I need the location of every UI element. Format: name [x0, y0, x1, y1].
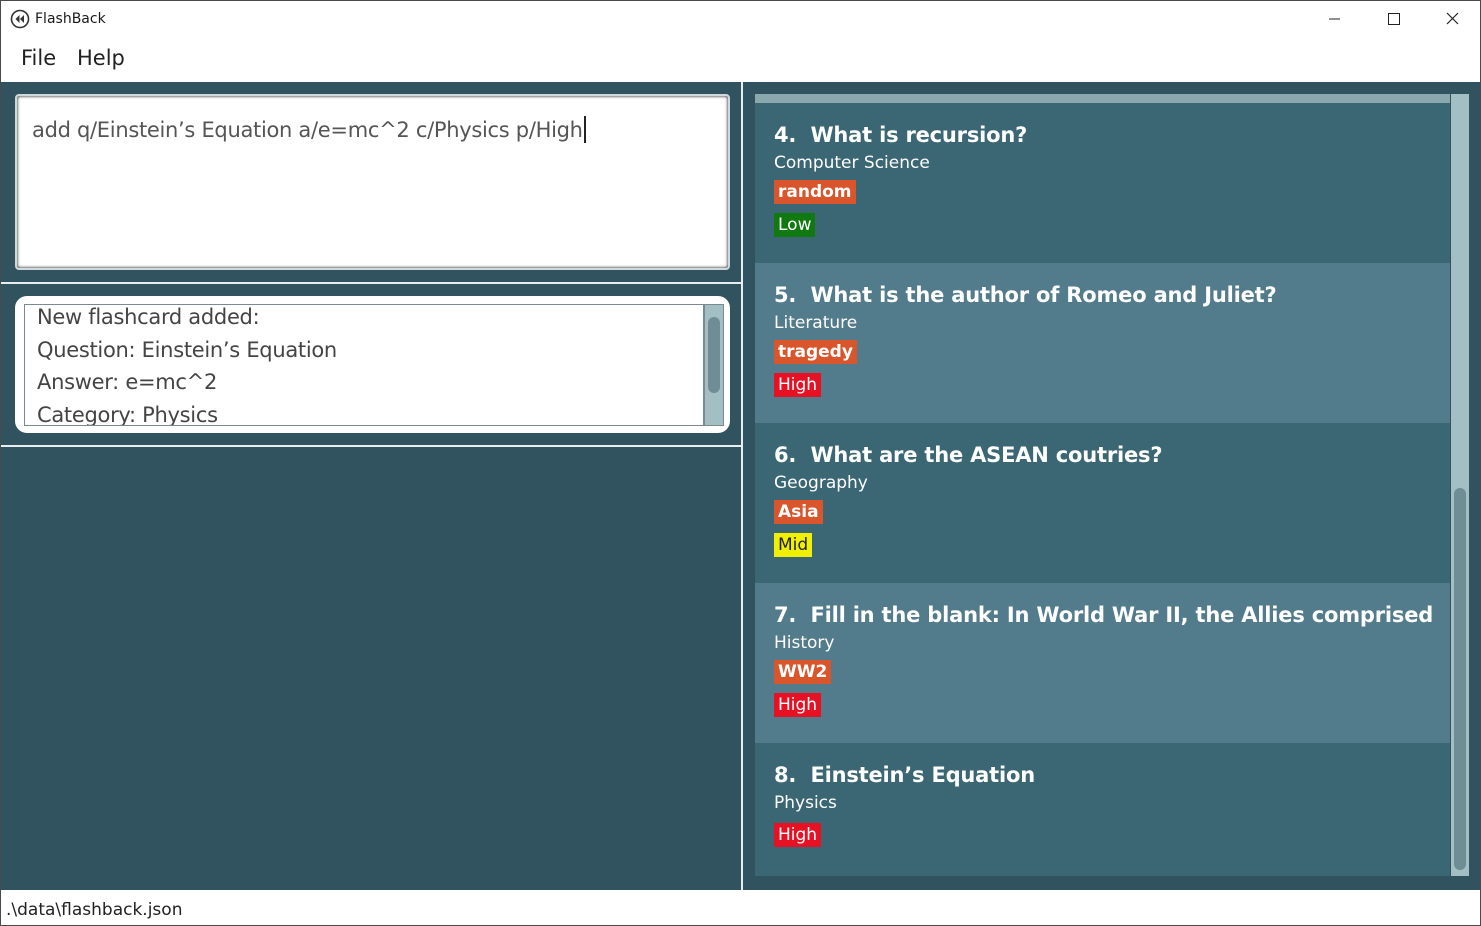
- menu-file[interactable]: File: [21, 46, 56, 70]
- minimize-icon: [1329, 18, 1340, 20]
- card-category: Literature: [774, 313, 858, 333]
- card-category: History: [774, 633, 835, 653]
- result-line: Category: Physics: [37, 403, 218, 426]
- command-input[interactable]: add q/Einstein’s Equation a/e=mc^2 c/Phy…: [15, 94, 730, 270]
- card-tag: WW2: [774, 660, 832, 684]
- result-scrollbar-thumb[interactable]: [708, 317, 720, 393]
- flashcard-item[interactable]: 7. Fill in the blank: In World War II, t…: [755, 583, 1450, 743]
- left-pane: add q/Einstein’s Equation a/e=mc^2 c/Phy…: [0, 82, 742, 890]
- save-location-path: .\data\flashback.json: [6, 900, 183, 920]
- result-line: Answer: e=mc^2: [37, 370, 218, 394]
- flashback-logo-icon: [10, 9, 30, 29]
- status-bar: .\data\flashback.json: [0, 890, 1481, 926]
- card-priority: High: [774, 373, 822, 397]
- list-scrollbar-thumb[interactable]: [1454, 488, 1466, 870]
- maximize-button[interactable]: [1365, 1, 1425, 37]
- close-button[interactable]: [1423, 1, 1481, 37]
- maximize-icon: [1388, 13, 1400, 25]
- card-category: Geography: [774, 473, 868, 493]
- close-icon: [1446, 12, 1459, 25]
- flashcard-item[interactable]: 6. What are the ASEAN coutries? Geograph…: [755, 423, 1450, 583]
- minimize-button[interactable]: [1305, 1, 1365, 37]
- result-display: New flashcard added: Question: Einstein’…: [15, 296, 730, 433]
- result-scrollbar[interactable]: [704, 304, 724, 426]
- card-tag: random: [774, 180, 856, 204]
- card-category: Physics: [774, 793, 837, 813]
- right-pane: 4. What is recursion? Computer Science r…: [743, 82, 1481, 890]
- window-title: FlashBack: [35, 11, 106, 27]
- card-question: 7. Fill in the blank: In World War II, t…: [774, 603, 1439, 627]
- title-bar: FlashBack: [0, 0, 1481, 36]
- command-value: add q/Einstein’s Equation a/e=mc^2 c/Phy…: [32, 118, 583, 142]
- card-tag: tragedy: [774, 340, 857, 364]
- result-text-area[interactable]: New flashcard added: Question: Einstein’…: [24, 304, 704, 426]
- text-caret: [583, 116, 586, 143]
- card-tag: Asia: [774, 500, 823, 524]
- flashcard-item[interactable]: 5. What is the author of Romeo and Julie…: [755, 263, 1450, 423]
- command-text: add q/Einstein’s Equation a/e=mc^2 c/Phy…: [32, 116, 586, 143]
- result-line: Question: Einstein’s Equation: [37, 338, 337, 362]
- card-question: 5. What is the author of Romeo and Julie…: [774, 283, 1277, 307]
- divider: [1, 282, 742, 284]
- result-line: New flashcard added:: [37, 305, 260, 329]
- flashcard-item[interactable]: 8. Einstein’s Equation Physics High: [755, 743, 1450, 876]
- card-category: Computer Science: [774, 153, 930, 173]
- card-question: 6. What are the ASEAN coutries?: [774, 443, 1163, 467]
- flashcard-item[interactable]: 4. What is recursion? Computer Science r…: [755, 103, 1450, 263]
- list-scrollbar[interactable]: [1451, 94, 1469, 876]
- previous-card-edge: [755, 94, 1450, 103]
- card-priority: High: [774, 823, 822, 847]
- card-priority: High: [774, 693, 822, 717]
- menu-help[interactable]: Help: [77, 46, 125, 70]
- divider: [1, 445, 742, 447]
- card-priority: Low: [774, 213, 816, 237]
- flashcard-list[interactable]: 4. What is recursion? Computer Science r…: [755, 94, 1450, 876]
- card-question: 4. What is recursion?: [774, 123, 1028, 147]
- card-priority: Mid: [774, 533, 813, 557]
- menu-bar: File Help: [0, 36, 1481, 82]
- card-question: 8. Einstein’s Equation: [774, 763, 1035, 787]
